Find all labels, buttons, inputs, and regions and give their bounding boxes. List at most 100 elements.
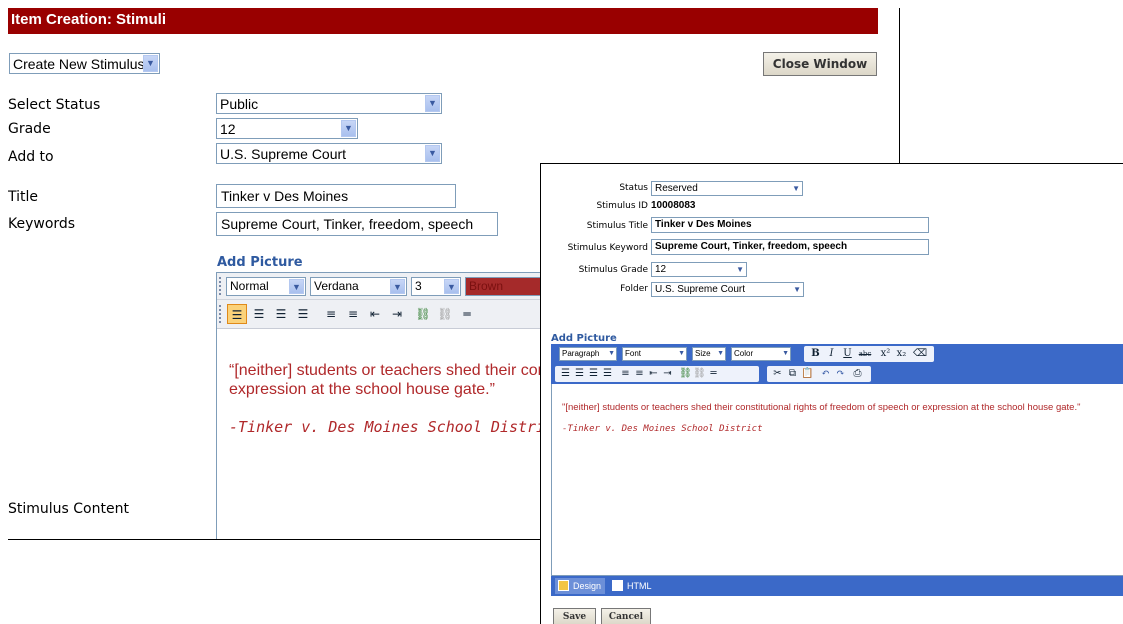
chevron-down-icon: ▼ (289, 279, 304, 294)
indent-icon[interactable]: ⇥ (661, 367, 674, 381)
align-left-icon[interactable]: ☰ (559, 367, 572, 381)
mode-select-value: Create New Stimulus (13, 56, 145, 72)
add-to-select-value: U.S. Supreme Court (220, 146, 347, 162)
citation-text: -Tinker v. Des Moines School District (562, 424, 763, 434)
align-right-icon[interactable]: ☰ (587, 367, 600, 381)
add-picture-link[interactable]: Add Picture (551, 333, 617, 344)
subscript-button[interactable]: x₂ (895, 347, 908, 361)
font-select-value: Font (625, 349, 642, 358)
bold-button[interactable]: B (809, 347, 822, 361)
chevron-down-icon: ▼ (792, 184, 800, 193)
status-select[interactable]: Public ▼ (216, 93, 442, 114)
editor-mode-tabs: Design HTML (551, 576, 1123, 596)
horizontal-rule-icon[interactable]: ═ (707, 367, 720, 381)
size-select[interactable]: 3 ▼ (411, 277, 461, 296)
add-to-label: Add to (8, 149, 54, 165)
toolbar-grip (219, 305, 223, 323)
print-icon[interactable]: ⎙ (851, 367, 864, 381)
align-justify-icon[interactable]: ☰ (601, 367, 614, 381)
title-input[interactable]: Tinker v Des Moines (216, 184, 456, 208)
cut-icon[interactable]: ✂ (771, 367, 784, 381)
align-right-icon[interactable]: ☰ (271, 304, 291, 324)
numbered-list-icon[interactable]: ≡ (633, 367, 646, 381)
align-center-icon[interactable]: ☰ (249, 304, 269, 324)
redo-icon[interactable]: ↷ (834, 367, 847, 381)
chevron-down-icon: ▼ (444, 279, 459, 294)
tab-design-label: Design (573, 581, 602, 591)
stimulus-keyword-input[interactable]: Supreme Court, Tinker, freedom, speech (651, 239, 929, 255)
format-select[interactable]: Normal ▼ (226, 277, 306, 296)
color-select[interactable]: Brown (465, 277, 545, 296)
stimulus-grade-select-value: 12 (655, 264, 667, 275)
size-select-value: Size (695, 349, 711, 358)
tab-design[interactable]: Design (555, 578, 605, 594)
folder-select[interactable]: U.S. Supreme Court ▼ (651, 282, 804, 297)
bullet-list-icon[interactable]: ≡ (619, 367, 632, 381)
underline-button[interactable]: U (841, 347, 854, 361)
italic-button[interactable]: I (825, 347, 838, 361)
format-select-value: Normal (230, 279, 269, 293)
paste-icon[interactable]: 📋 (801, 367, 814, 381)
stimulus-grade-label: Stimulus Grade (578, 265, 648, 275)
status-label: Select Status (8, 97, 101, 113)
status-select[interactable]: Reserved ▼ (651, 181, 803, 196)
horizontal-rule-icon[interactable]: ═ (457, 304, 477, 324)
quote-text: "[neither] students or teachers shed the… (562, 402, 1081, 413)
grade-select-value: 12 (220, 121, 236, 137)
chevron-down-icon: ▼ (425, 145, 440, 162)
tab-html[interactable]: HTML (609, 578, 659, 594)
unlink-icon[interactable]: ⛓ (435, 304, 455, 324)
status-label: Status (619, 183, 648, 193)
chevron-down-icon: ▼ (390, 279, 405, 294)
chevron-down-icon: ▼ (143, 55, 158, 72)
grade-select[interactable]: 12 ▼ (216, 118, 358, 139)
title-label: Title (8, 189, 39, 205)
stimulus-content-label: Stimulus Content (8, 501, 129, 517)
close-window-button[interactable]: Close Window (763, 52, 877, 76)
stimulus-title-label: Stimulus Title (586, 221, 648, 231)
color-select-value: Brown (469, 279, 504, 293)
outdent-icon[interactable]: ⇤ (647, 367, 660, 381)
color-select[interactable]: Color ▼ (731, 347, 791, 361)
size-select[interactable]: Size ▼ (692, 347, 726, 361)
stimulus-title-input[interactable]: Tinker v Des Moines (651, 217, 929, 233)
keywords-input[interactable]: Supreme Court, Tinker, freedom, speech (216, 212, 498, 236)
folder-label: Folder (620, 284, 648, 294)
eraser-icon[interactable]: ⌫ (913, 347, 927, 361)
stimulus-grade-select[interactable]: 12 ▼ (651, 262, 747, 277)
strikethrough-button[interactable]: abc (857, 347, 873, 361)
paragraph-select[interactable]: Paragraph ▼ (559, 347, 617, 361)
chevron-down-icon: ▼ (425, 95, 440, 112)
font-select[interactable]: Font ▼ (622, 347, 687, 361)
copy-icon[interactable]: ⧉ (786, 367, 799, 381)
align-left-icon[interactable]: ☰ (227, 304, 247, 324)
link-icon[interactable]: ⛓ (679, 367, 692, 381)
unlink-icon[interactable]: ⛓ (693, 367, 706, 381)
undo-icon[interactable]: ↶ (819, 367, 832, 381)
editor-content[interactable]: "[neither] students or teachers shed the… (551, 384, 1123, 576)
folder-select-value: U.S. Supreme Court (655, 284, 746, 295)
stimulus-edit-window: Status Reserved ▼ Stimulus ID 10008083 S… (540, 163, 1123, 624)
align-justify-icon[interactable]: ☰ (293, 304, 313, 324)
mode-select[interactable]: Create New Stimulus ▼ (9, 53, 160, 74)
chevron-down-icon: ▼ (793, 285, 801, 294)
stimulus-id-value: 10008083 (651, 200, 696, 211)
add-picture-link[interactable]: Add Picture (217, 255, 303, 270)
font-select-value: Verdana (314, 279, 359, 293)
align-center-icon[interactable]: ☰ (573, 367, 586, 381)
design-icon (558, 580, 569, 591)
superscript-button[interactable]: x² (879, 347, 892, 361)
save-button[interactable]: Save (553, 608, 596, 624)
chevron-down-icon: ▼ (608, 350, 615, 357)
chevron-down-icon: ▼ (678, 350, 685, 357)
numbered-list-icon[interactable]: ≡ (343, 304, 363, 324)
link-icon[interactable]: ⛓ (413, 304, 433, 324)
bullet-list-icon[interactable]: ≡ (321, 304, 341, 324)
font-select[interactable]: Verdana ▼ (310, 277, 407, 296)
add-to-select[interactable]: U.S. Supreme Court ▼ (216, 143, 442, 164)
indent-icon[interactable]: ⇥ (387, 304, 407, 324)
html-icon (612, 580, 623, 591)
chevron-down-icon: ▼ (736, 265, 744, 274)
cancel-button[interactable]: Cancel (601, 608, 651, 624)
outdent-icon[interactable]: ⇤ (365, 304, 385, 324)
